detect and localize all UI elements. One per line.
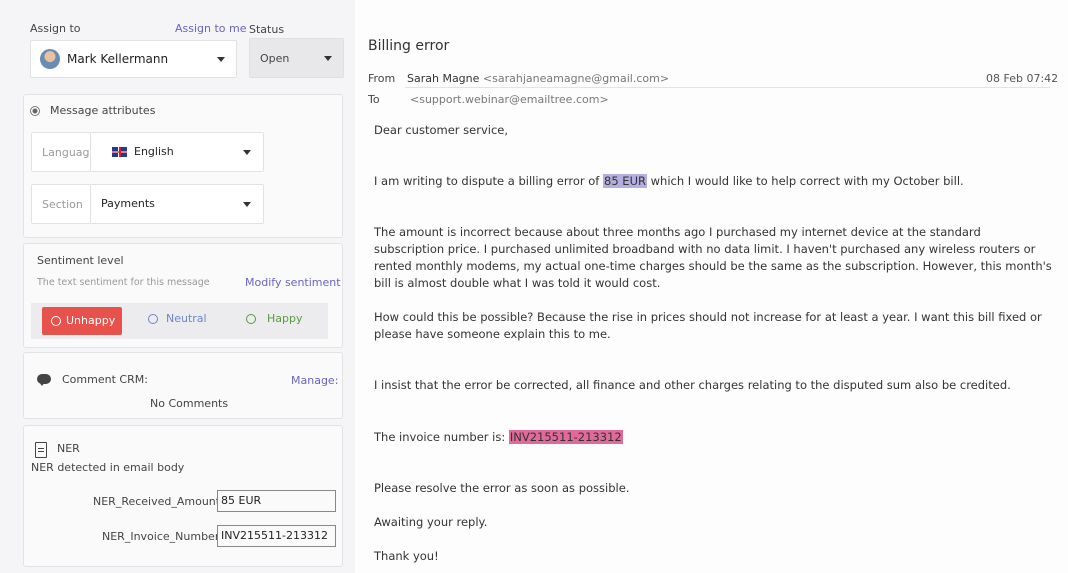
from-label: From — [368, 72, 396, 85]
chevron-down-icon — [243, 202, 251, 207]
neutral-label: Neutral — [166, 312, 207, 325]
p5-before: The invoice number is: — [374, 430, 509, 444]
to-address: <support.webinar@emailtree.com> — [410, 93, 609, 106]
email-paragraph-6: Please resolve the error as soon as poss… — [374, 481, 630, 495]
email-subject: Billing error — [368, 38, 450, 54]
email-date: 08 Feb 07:42 — [986, 72, 1059, 85]
message-attributes-title: Message attributes — [50, 104, 156, 117]
email-greeting: Dear customer service, — [374, 123, 509, 137]
chevron-down-icon — [243, 150, 251, 155]
assign-to-label: Assign to — [30, 22, 81, 35]
status-select[interactable]: Open — [249, 38, 344, 78]
sentiment-subtitle: The text sentiment for this message — [37, 277, 210, 288]
avatar — [40, 49, 60, 69]
chevron-down-icon — [217, 57, 225, 62]
manage-link[interactable]: Manage: — [291, 374, 338, 387]
email-paragraph-5: The invoice number is: INV215511-213312 — [374, 429, 1054, 446]
section-value: Payments — [101, 197, 155, 210]
status-label: Status — [249, 23, 285, 36]
language-label: Language — [42, 146, 97, 159]
ticket-sidebar: Assign to Assign to me Status Mark Kelle… — [0, 0, 355, 573]
ner-title: NER — [57, 442, 80, 455]
header-divider — [405, 87, 1050, 88]
assign-to-me-link[interactable]: Assign to me — [175, 22, 247, 35]
section-label: Section — [42, 198, 83, 211]
p1-after: which I would like to help correct with … — [646, 174, 964, 188]
email-paragraph-3: How could this be possible? Because the … — [374, 310, 1042, 341]
language-value: English — [134, 145, 174, 158]
ner-subtitle: NER detected in email body — [31, 461, 185, 474]
document-icon — [35, 442, 47, 458]
comment-crm-panel: Comment CRM: Manage: No Comments — [23, 352, 343, 419]
p1-before: I am writing to dispute a billing error … — [374, 174, 604, 188]
assignee-select[interactable]: Mark Kellermann — [30, 40, 237, 78]
email-signoff: Thank you! — [374, 549, 439, 563]
language-select[interactable]: English — [90, 132, 264, 172]
assignee-name: Mark Kellermann — [67, 52, 169, 66]
happy-label: Happy — [267, 312, 303, 325]
section-label-box: Section — [31, 184, 91, 224]
status-value: Open — [260, 52, 290, 65]
neutral-button[interactable]: Neutral — [148, 312, 207, 325]
to-label: To — [368, 93, 380, 106]
ner-invoice-number-label: NER_Invoice_Number — [102, 530, 220, 543]
from-sender[interactable]: Sarah Magne <sarahjaneamagne@gmail.com> — [407, 72, 669, 85]
unhappy-button[interactable]: Unhappy — [42, 307, 122, 335]
highlight-invoice: INV215511-213312 — [508, 430, 623, 444]
from-address: <sarahjaneamagne@gmail.com> — [482, 72, 670, 85]
modify-sentiment-link[interactable]: Modify sentiment — [245, 276, 341, 289]
email-paragraph-1: I am writing to dispute a billing error … — [374, 173, 1054, 190]
neutral-face-icon — [148, 314, 158, 324]
language-label-box: Language — [31, 132, 96, 172]
section-select[interactable]: Payments — [90, 184, 264, 224]
happy-face-icon — [246, 314, 256, 324]
highlight-amount: 85 EUR — [603, 174, 647, 188]
ner-received-amount-field[interactable]: 85 EUR — [217, 490, 336, 512]
no-comments-text: No Comments — [150, 397, 229, 410]
radio-icon[interactable] — [30, 106, 40, 116]
comment-crm-title: Comment CRM: — [62, 373, 148, 386]
sad-face-icon — [51, 316, 61, 326]
uk-flag-icon — [112, 147, 127, 157]
ner-invoice-number-field[interactable]: INV215511-213312 — [217, 525, 336, 547]
sentiment-panel: Sentiment level The text sentiment for t… — [23, 243, 343, 348]
sentiment-title: Sentiment level — [37, 254, 124, 267]
happy-button[interactable]: Happy — [246, 312, 303, 325]
ner-received-amount-label: NER_Received_Amount — [93, 495, 221, 508]
email-paragraph-7: Awaiting your reply. — [374, 515, 488, 529]
from-name: Sarah Magne — [407, 72, 480, 85]
email-paragraph-4: I insist that the error be corrected, al… — [374, 378, 1011, 392]
email-paragraph-2: The amount is incorrect because about th… — [374, 225, 1052, 290]
comment-icon — [37, 374, 51, 386]
unhappy-label: Unhappy — [66, 314, 116, 327]
ner-panel: NER NER detected in email body NER_Recei… — [23, 425, 343, 567]
message-attributes-panel: Message attributes Language English Sect… — [23, 94, 343, 238]
chevron-down-icon — [324, 56, 332, 61]
email-view: Billing error From Sarah Magne <sarahjan… — [355, 0, 1068, 573]
